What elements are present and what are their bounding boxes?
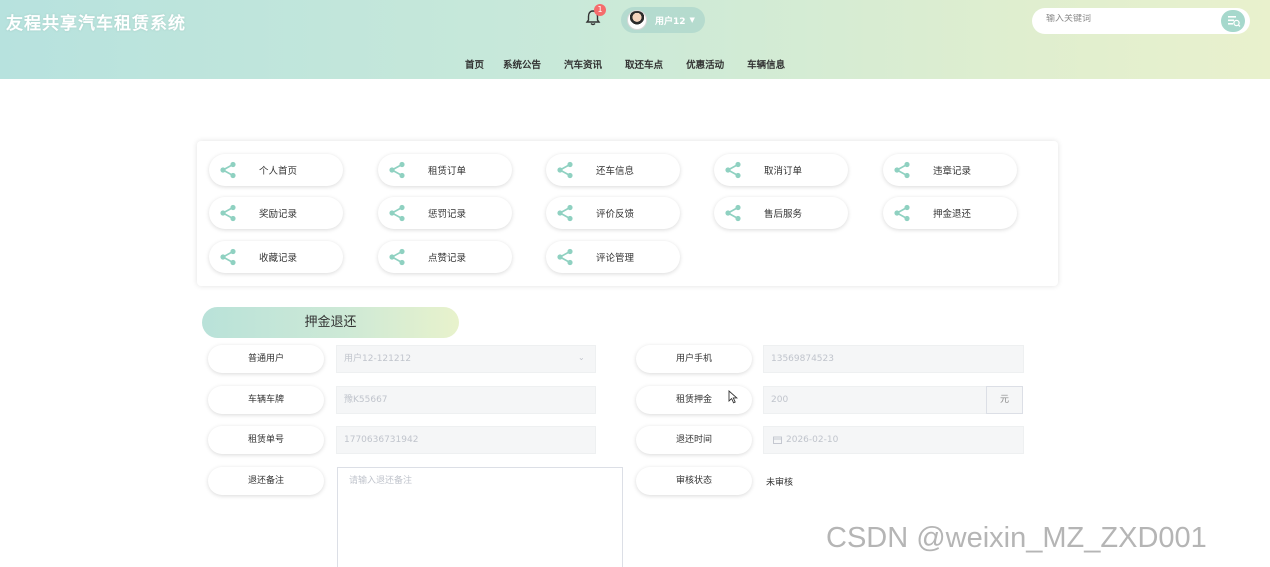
share-icon — [557, 204, 573, 222]
user-label: 普通用户 — [208, 345, 324, 373]
nav-promotions[interactable]: 优惠活动 — [686, 57, 724, 71]
top-header: 友程共享汽车租赁系统 1 用户12 ▼ 首页 系统公告 汽车资讯 取还车点 优惠… — [0, 0, 1270, 79]
nav-home[interactable]: 首页 — [465, 57, 484, 71]
remark-label: 退还备注 — [208, 467, 324, 495]
nav-pickup-points[interactable]: 取还车点 — [625, 57, 663, 71]
share-icon — [220, 161, 236, 179]
menu-item-label: 违章记录 — [933, 166, 972, 177]
search-box — [1032, 8, 1250, 34]
nav-vehicles[interactable]: 车辆信息 — [747, 57, 785, 71]
deposit-field[interactable]: 200 — [763, 386, 987, 414]
share-icon — [220, 204, 236, 222]
chevron-down-icon: ⌄ — [578, 353, 585, 362]
avatar — [627, 10, 647, 30]
menu-item-rental-orders[interactable]: 租赁订单 — [378, 154, 512, 186]
menu-item-favorites[interactable]: 收藏记录 — [209, 241, 343, 273]
share-icon — [389, 161, 405, 179]
menu-item-label: 评论管理 — [596, 253, 635, 264]
menu-item-violation-records[interactable]: 违章记录 — [883, 154, 1017, 186]
share-icon — [725, 161, 741, 179]
mouse-cursor-icon — [728, 390, 738, 404]
notification-badge: 1 — [594, 4, 606, 16]
menu-item-deposit-refund[interactable]: 押金退还 — [883, 197, 1017, 229]
share-icon — [220, 248, 236, 266]
share-icon — [894, 204, 910, 222]
menu-item-cancel-orders[interactable]: 取消订单 — [714, 154, 848, 186]
order-field[interactable]: 1770636731942 — [336, 426, 596, 454]
nav-announcements[interactable]: 系统公告 — [503, 57, 541, 71]
user-select[interactable]: 用户12-121212 — [336, 345, 596, 373]
share-icon — [725, 204, 741, 222]
menu-item-penalty-records[interactable]: 惩罚记录 — [378, 197, 512, 229]
search-icon — [1228, 16, 1241, 27]
menu-item-label: 奖励记录 — [259, 209, 298, 220]
order-label: 租赁单号 — [208, 426, 324, 454]
menu-item-feedback[interactable]: 评价反馈 — [546, 197, 680, 229]
status-value: 未审核 — [766, 478, 794, 488]
menu-item-label: 收藏记录 — [259, 253, 298, 264]
status-label: 审核状态 — [636, 467, 752, 495]
phone-label: 用户手机 — [636, 345, 752, 373]
menu-item-personal-home[interactable]: 个人首页 — [209, 154, 343, 186]
menu-item-label: 押金退还 — [933, 209, 972, 220]
menu-item-reward-records[interactable]: 奖励记录 — [209, 197, 343, 229]
remark-placeholder: 请输入退还备注 — [349, 476, 413, 486]
search-input[interactable] — [1046, 14, 1216, 24]
menu-item-comments[interactable]: 评论管理 — [546, 241, 680, 273]
user-menu[interactable]: 用户12 ▼ — [621, 7, 705, 33]
deposit-unit: 元 — [986, 386, 1023, 414]
menu-item-likes[interactable]: 点赞记录 — [378, 241, 512, 273]
calendar-icon — [773, 436, 782, 444]
share-icon — [894, 161, 910, 179]
main-nav: 首页 系统公告 汽车资讯 取还车点 优惠活动 车辆信息 — [465, 57, 785, 71]
return-time-field[interactable]: 2026-02-10 — [763, 426, 1024, 454]
watermark: CSDN @weixin_MZ_ZXD001 — [826, 522, 1207, 554]
share-icon — [389, 204, 405, 222]
app-title: 友程共享汽车租赁系统 — [6, 14, 186, 34]
menu-item-label: 取消订单 — [764, 166, 803, 177]
menu-item-return-info[interactable]: 还车信息 — [546, 154, 680, 186]
menu-item-label: 惩罚记录 — [428, 209, 467, 220]
chevron-down-icon: ▼ — [689, 16, 695, 24]
share-icon — [557, 161, 573, 179]
search-button[interactable] — [1221, 10, 1245, 32]
menu-item-label: 个人首页 — [259, 166, 298, 177]
share-icon — [389, 248, 405, 266]
phone-field[interactable]: 13569874523 — [763, 345, 1024, 373]
section-title: 押金退还 — [202, 307, 459, 338]
user-name: 用户12 — [655, 16, 686, 27]
plate-field[interactable]: 豫K55667 — [336, 386, 596, 414]
plate-label: 车辆车牌 — [208, 386, 324, 414]
share-icon — [557, 248, 573, 266]
menu-item-label: 评价反馈 — [596, 209, 635, 220]
menu-item-label: 租赁订单 — [428, 166, 467, 177]
menu-item-after-sales[interactable]: 售后服务 — [714, 197, 848, 229]
nav-car-news[interactable]: 汽车资讯 — [564, 57, 602, 71]
menu-item-label: 售后服务 — [764, 209, 803, 220]
menu-item-label: 点赞记录 — [428, 253, 467, 264]
return-time-label: 退还时间 — [636, 426, 752, 454]
menu-item-label: 还车信息 — [596, 166, 635, 177]
